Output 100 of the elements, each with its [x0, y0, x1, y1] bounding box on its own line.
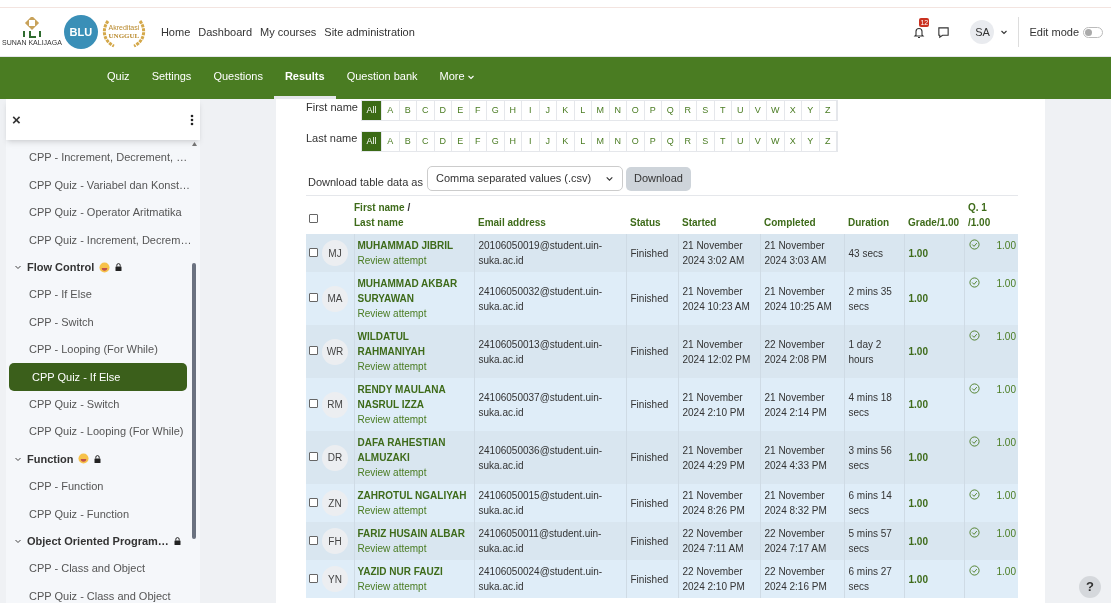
letter-filter[interactable]: E	[452, 132, 470, 151]
course-item[interactable]: CPP - Class and Object	[6, 554, 190, 583]
row-checkbox[interactable]	[309, 497, 318, 507]
student-name-link[interactable]: DAFA RAHESTIAN ALMUZAKI	[357, 435, 473, 465]
student-name-link[interactable]: WILDATUL RAHMANIYAH	[357, 329, 473, 359]
review-attempt-link[interactable]: Review attempt	[357, 253, 473, 268]
mark-link[interactable]: 1.00	[996, 564, 1018, 579]
course-item[interactable]: CPP Quiz - Class and Object	[6, 582, 190, 603]
letter-filter[interactable]: B	[399, 101, 417, 120]
student-name-link[interactable]: YAZID NUR FAUZI	[357, 564, 473, 579]
letter-filter[interactable]: A	[382, 132, 400, 151]
row-checkbox[interactable]	[309, 535, 318, 545]
edit-mode-toggle[interactable]	[1083, 26, 1103, 38]
chat-icon[interactable]	[937, 25, 951, 39]
course-item[interactable]: CPP - Looping (For While)	[6, 335, 190, 364]
letter-filter[interactable]: All	[362, 101, 382, 120]
mark-link[interactable]: 1.00	[996, 238, 1018, 253]
letter-filter[interactable]: K	[557, 101, 575, 120]
letter-filter[interactable]: N	[609, 101, 627, 120]
letter-filter[interactable]: S	[697, 132, 715, 151]
letter-filter[interactable]: D	[434, 101, 452, 120]
mark-link[interactable]: 1.00	[996, 488, 1018, 503]
review-attempt-link[interactable]: Review attempt	[357, 503, 473, 518]
course-item[interactable]: CPP Quiz - Function	[6, 500, 190, 528]
course-item[interactable]: CPP - Switch	[6, 308, 190, 336]
letter-filter[interactable]: M	[592, 132, 610, 151]
column-header[interactable]: Email address	[478, 217, 546, 228]
letter-filter[interactable]: K	[557, 132, 575, 151]
column-header[interactable]: Started	[682, 217, 717, 228]
letter-filter[interactable]: Z	[819, 132, 837, 151]
bell-icon[interactable]	[913, 25, 926, 39]
course-item[interactable]: CPP - Function	[6, 472, 190, 501]
review-attempt-link[interactable]: Review attempt	[357, 412, 473, 427]
student-name-link[interactable]: MUHAMMAD JIBRIL	[357, 238, 473, 253]
letter-filter[interactable]: N	[609, 132, 627, 151]
letter-filter[interactable]: C	[417, 101, 435, 120]
letter-filter[interactable]: Q	[662, 132, 680, 151]
letter-filter[interactable]: R	[679, 132, 697, 151]
review-attempt-link[interactable]: Review attempt	[357, 541, 473, 556]
letter-filter[interactable]: All	[362, 132, 382, 151]
mark-link[interactable]: 1.00	[996, 329, 1018, 344]
letter-filter[interactable]: W	[767, 101, 785, 120]
row-checkbox[interactable]	[309, 346, 318, 355]
column-sort-link[interactable]: Last name	[354, 215, 404, 230]
row-checkbox[interactable]	[309, 399, 318, 408]
row-checkbox[interactable]	[309, 247, 318, 257]
letter-filter[interactable]: V	[749, 132, 767, 151]
letter-filter[interactable]: X	[784, 101, 802, 120]
student-name-link[interactable]: FARIZ HUSAIN ALBAR	[357, 526, 473, 541]
letter-filter[interactable]: J	[539, 101, 557, 120]
mark-link[interactable]: 1.00	[996, 435, 1018, 450]
row-checkbox[interactable]	[309, 573, 318, 583]
letter-filter[interactable]: M	[592, 101, 610, 120]
letter-filter[interactable]: W	[767, 132, 785, 151]
letter-filter[interactable]: G	[487, 101, 505, 120]
course-item[interactable]: CPP Quiz - If Else	[9, 363, 187, 391]
letter-filter[interactable]: T	[714, 101, 732, 120]
letter-filter[interactable]: R	[679, 101, 697, 120]
column-header[interactable]: Q. 1	[968, 202, 987, 213]
student-name-link[interactable]: MUHAMMAD AKBAR SURYAWAN	[357, 276, 473, 306]
student-name-link[interactable]: RENDY MAULANA NASRUL IZZA	[357, 382, 473, 412]
student-name-link[interactable]: ZAHROTUL NGALIYAH	[357, 488, 473, 503]
letter-filter[interactable]: I	[522, 132, 540, 151]
user-avatar[interactable]: SA	[970, 20, 995, 44]
help-button[interactable]: ?	[1079, 576, 1101, 598]
column-sort-link[interactable]: First name	[354, 200, 405, 215]
letter-filter[interactable]: B	[399, 132, 417, 151]
letter-filter[interactable]: G	[487, 132, 505, 151]
select-all-checkbox[interactable]	[309, 214, 318, 223]
letter-filter[interactable]: O	[627, 132, 645, 151]
letter-filter[interactable]: D	[434, 132, 452, 151]
letter-filter[interactable]: L	[574, 132, 592, 151]
review-attempt-link[interactable]: Review attempt	[357, 465, 473, 480]
letter-filter[interactable]: C	[417, 132, 435, 151]
nav-tab[interactable]: More	[428, 57, 486, 99]
nav-link[interactable]: My courses	[257, 23, 320, 41]
review-attempt-link[interactable]: Review attempt	[357, 359, 473, 374]
nav-tab[interactable]: Questions	[202, 57, 274, 99]
nav-link[interactable]: Site administration	[321, 23, 418, 41]
letter-filter[interactable]: V	[749, 101, 767, 120]
mark-link[interactable]: 1.00	[996, 526, 1018, 541]
letter-filter[interactable]: A	[382, 101, 400, 120]
course-item[interactable]: CPP Quiz - Switch	[6, 390, 190, 418]
letter-filter[interactable]: S	[697, 101, 715, 120]
letter-filter[interactable]: O	[627, 101, 645, 120]
mark-link[interactable]: 1.00	[996, 382, 1018, 397]
course-item[interactable]: CPP Quiz - Operator Aritmatika	[6, 198, 190, 227]
column-header[interactable]: Status	[630, 217, 661, 228]
letter-filter[interactable]: U	[732, 132, 750, 151]
letter-filter[interactable]: H	[504, 132, 522, 151]
section-link[interactable]: Function	[27, 450, 74, 468]
nav-link[interactable]: Dashboard	[195, 23, 256, 41]
nav-tab[interactable]: Settings	[140, 57, 203, 99]
chevron-down-icon[interactable]	[1000, 28, 1009, 36]
letter-filter[interactable]: T	[714, 132, 732, 151]
download-button[interactable]: Download	[625, 166, 691, 191]
column-header[interactable]: Duration	[848, 217, 890, 228]
column-header[interactable]: Grade/1.00	[908, 217, 960, 228]
letter-filter[interactable]: Z	[819, 101, 837, 120]
letter-filter[interactable]: P	[644, 101, 662, 120]
